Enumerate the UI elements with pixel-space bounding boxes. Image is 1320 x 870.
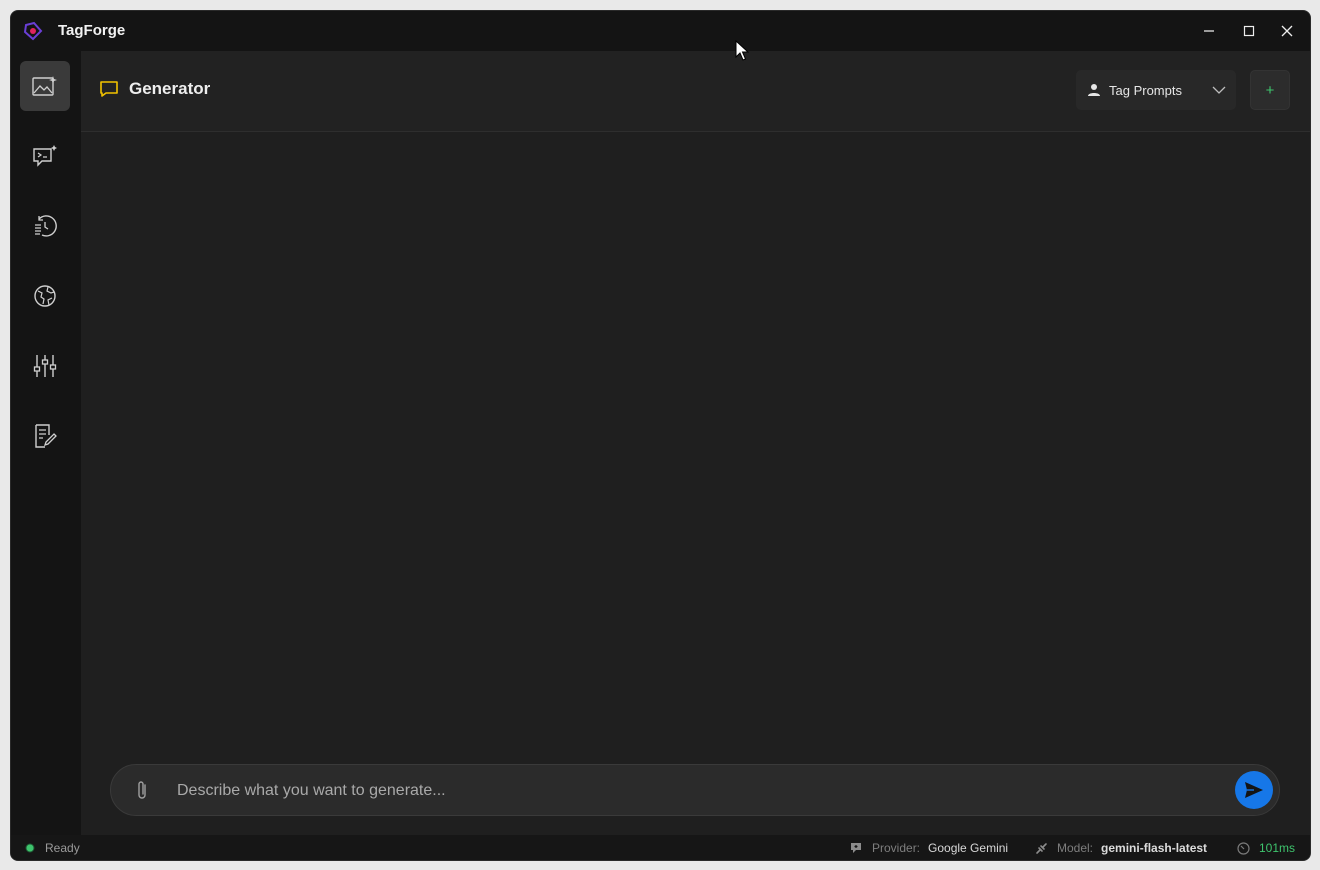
sidebar-item-image-generator[interactable] <box>20 61 70 111</box>
attach-button[interactable] <box>131 779 153 801</box>
add-profile-button[interactable]: + <box>1250 70 1290 110</box>
app-window: TagForge Generator Tag Prompts + Describ… <box>10 10 1311 861</box>
sidebar-item-chat[interactable] <box>20 131 70 181</box>
latency-gauge-icon <box>1237 841 1250 855</box>
status-bar: Ready Provider: Google Gemini Model: gem… <box>11 835 1310 860</box>
minimize-icon <box>1204 30 1214 32</box>
sidebar-item-history[interactable] <box>20 201 70 251</box>
model-label: Model: <box>1057 841 1094 855</box>
sidebar <box>11 51 81 835</box>
status-ready: Ready <box>25 841 80 855</box>
prompt-input[interactable] <box>175 777 1199 805</box>
sidebar-item-templates[interactable] <box>20 411 70 461</box>
paperclip-icon <box>138 781 146 799</box>
page-header: Generator Tag Prompts + <box>81 51 1310 132</box>
globe-icon <box>34 285 56 307</box>
page-title-group: Generator <box>99 79 210 99</box>
status-dot-icon <box>25 843 35 853</box>
minimize-button[interactable] <box>1189 11 1229 51</box>
app-title: TagForge <box>58 22 126 39</box>
app-logo-icon <box>23 21 43 41</box>
send-button[interactable] <box>1235 771 1273 809</box>
provider-icon <box>851 843 861 853</box>
latency-value: 101ms <box>1259 841 1296 855</box>
chat-sparkle-icon <box>33 145 57 167</box>
maximize-icon <box>1243 25 1255 37</box>
edit-document-icon <box>35 424 57 448</box>
close-icon <box>1281 25 1293 37</box>
mouse-cursor-icon <box>735 40 749 61</box>
user-icon <box>1088 84 1100 96</box>
provider-value: Google Gemini <box>928 841 1009 855</box>
chevron-down-icon <box>1212 86 1226 94</box>
prompt-profile-select[interactable]: Tag Prompts <box>1076 70 1236 110</box>
maximize-button[interactable] <box>1229 11 1269 51</box>
sliders-icon <box>33 355 57 377</box>
model-value: gemini-flash-latest <box>1101 841 1208 855</box>
sidebar-item-providers[interactable] <box>20 271 70 321</box>
prompt-composer <box>110 764 1280 816</box>
status-latency: 101ms <box>1237 841 1295 855</box>
status-model: Model: gemini-flash-latest <box>1035 841 1207 855</box>
status-text: Ready <box>45 841 80 855</box>
image-sparkle-icon <box>32 76 57 96</box>
status-provider: Provider: Google Gemini <box>850 841 1008 855</box>
sidebar-item-settings[interactable] <box>20 341 70 391</box>
chat-bubble-icon <box>100 81 118 97</box>
prompt-profile-label: Tag Prompts <box>1109 82 1182 98</box>
title-bar[interactable]: TagForge <box>11 11 1310 51</box>
provider-label: Provider: <box>872 841 921 855</box>
model-link-icon <box>1036 842 1047 854</box>
send-icon <box>1245 782 1263 798</box>
page-title: Generator <box>129 79 211 98</box>
main-panel: Generator Tag Prompts + <box>81 51 1310 835</box>
history-icon <box>35 215 57 237</box>
close-button[interactable] <box>1267 11 1307 51</box>
